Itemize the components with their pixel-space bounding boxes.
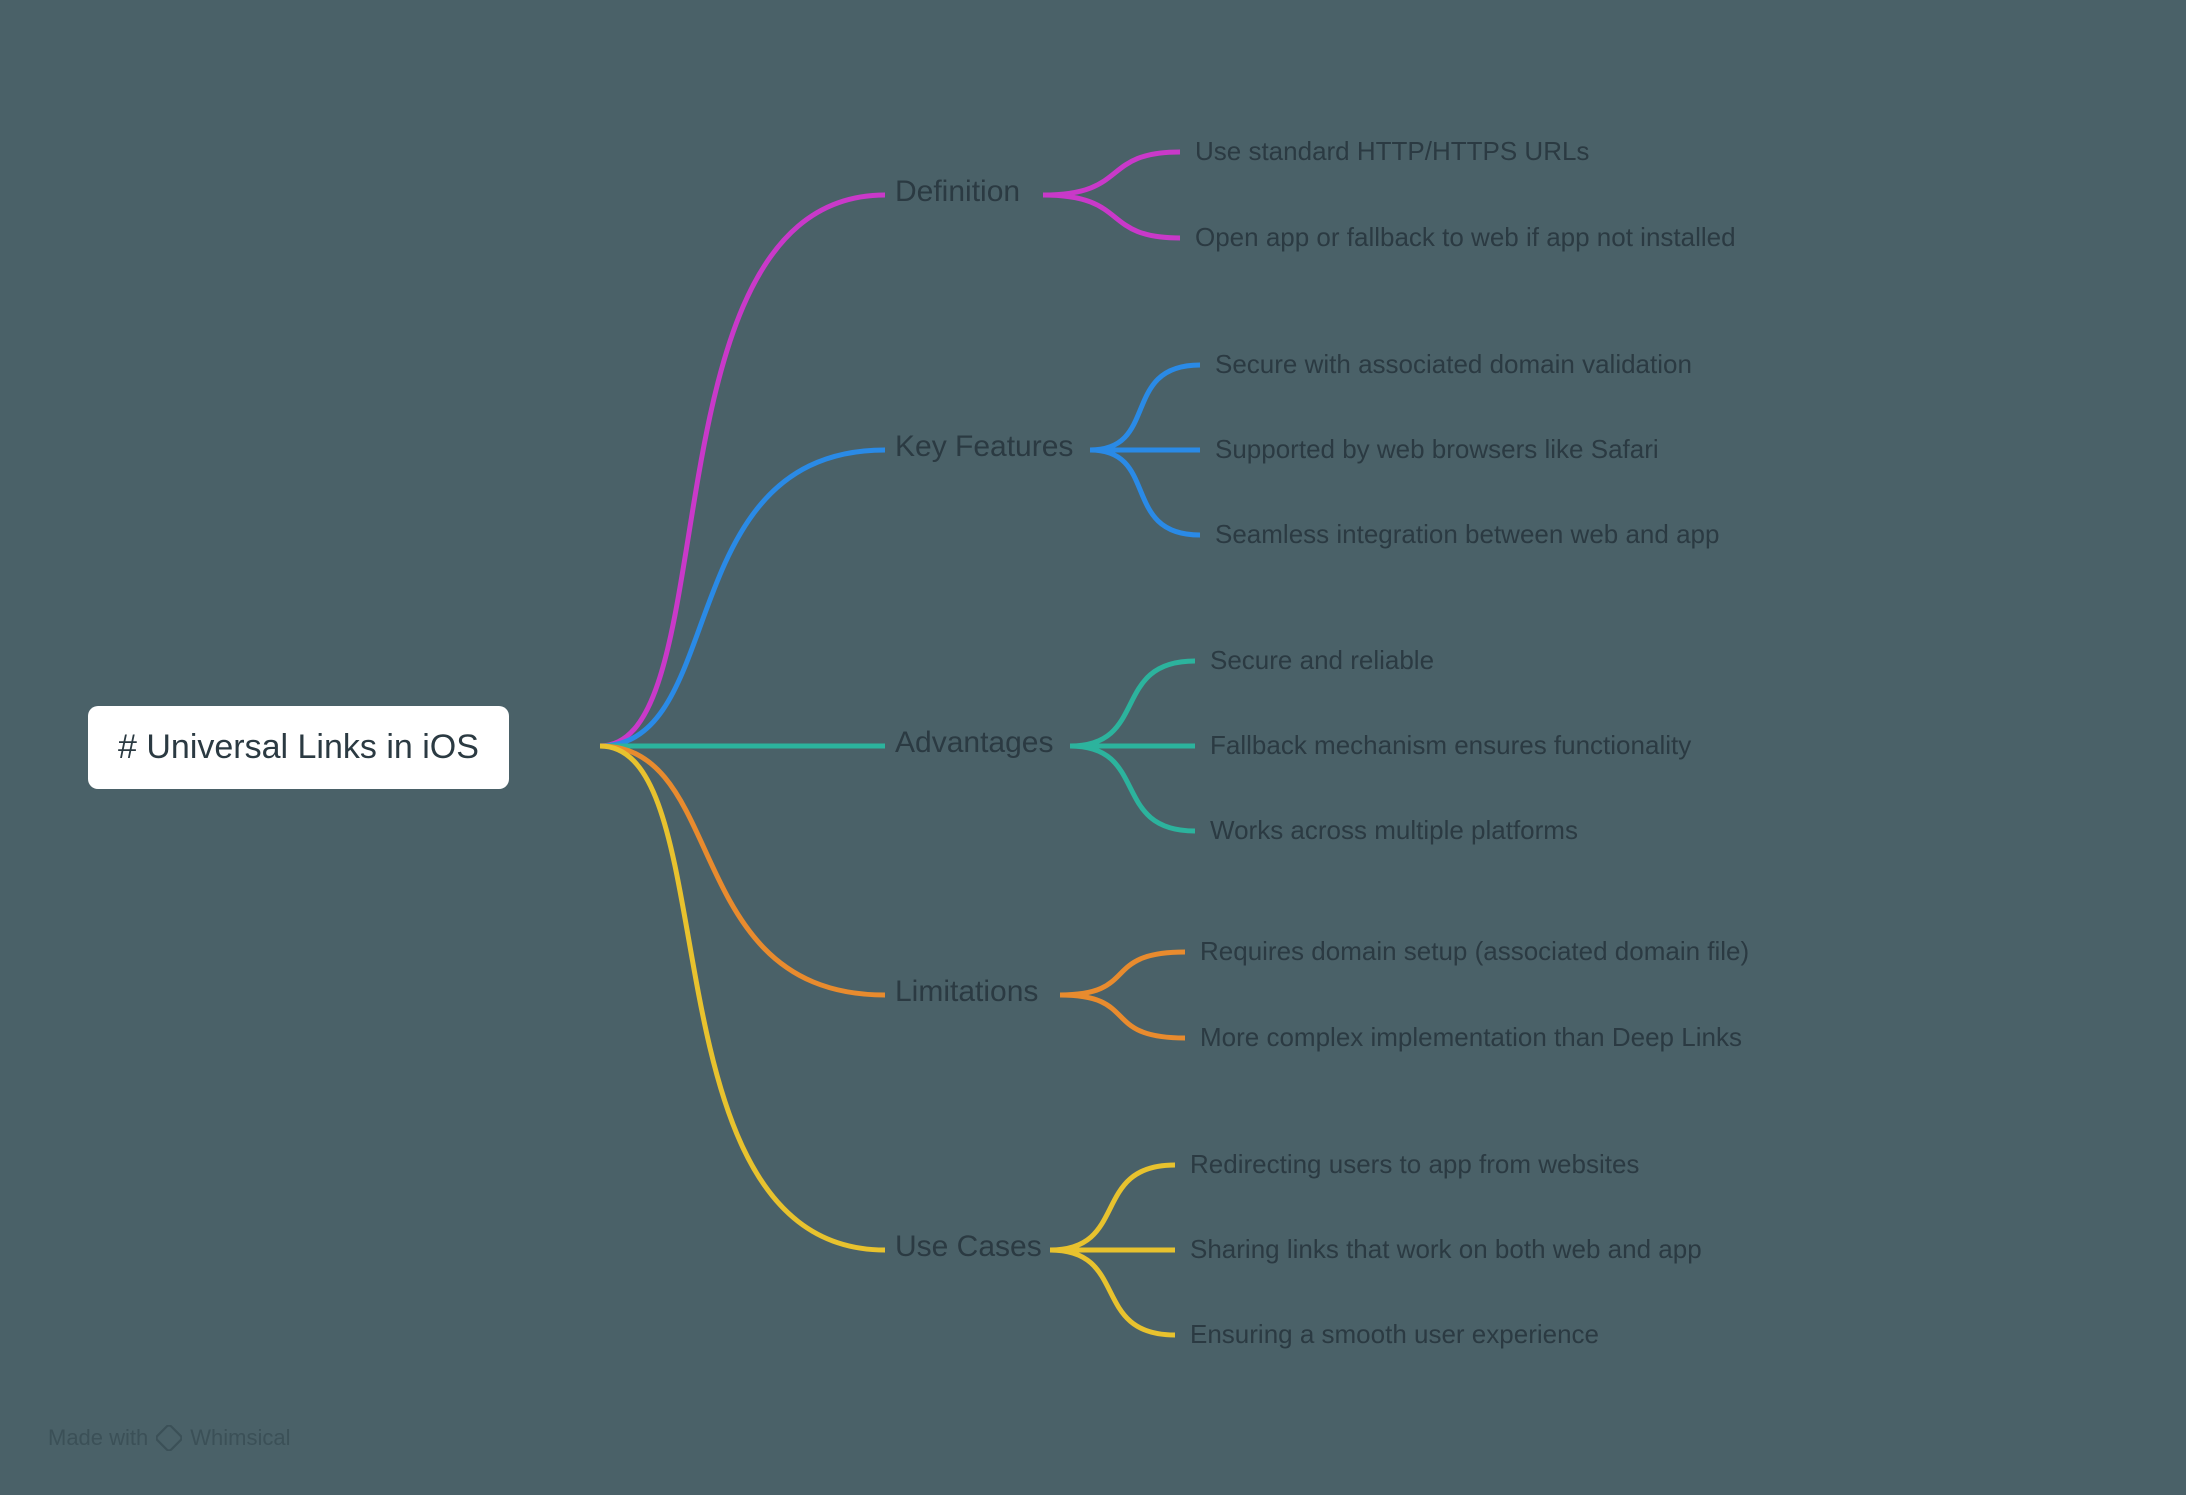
leaf-usecases-1[interactable]: Sharing links that work on both web and … xyxy=(1190,1234,1702,1265)
branch-definition[interactable]: Definition xyxy=(895,175,1020,209)
leaf-advantages-2[interactable]: Works across multiple platforms xyxy=(1210,815,1578,846)
branch-advantages[interactable]: Advantages xyxy=(895,726,1053,760)
leaf-keyfeatures-0[interactable]: Secure with associated domain validation xyxy=(1215,349,1692,380)
root-node[interactable]: # Universal Links in iOS xyxy=(88,706,509,789)
leaf-limitations-1[interactable]: More complex implementation than Deep Li… xyxy=(1200,1022,1742,1053)
leaf-definition-0[interactable]: Use standard HTTP/HTTPS URLs xyxy=(1195,136,1589,167)
watermark: Made with Whimsical xyxy=(48,1425,291,1451)
whimsical-logo-icon xyxy=(156,1425,182,1451)
leaf-keyfeatures-2[interactable]: Seamless integration between web and app xyxy=(1215,519,1719,550)
leaf-usecases-2[interactable]: Ensuring a smooth user experience xyxy=(1190,1319,1599,1350)
branch-limitations[interactable]: Limitations xyxy=(895,975,1038,1009)
leaf-advantages-1[interactable]: Fallback mechanism ensures functionality xyxy=(1210,730,1691,761)
leaf-advantages-0[interactable]: Secure and reliable xyxy=(1210,645,1434,676)
watermark-prefix: Made with xyxy=(48,1425,148,1451)
branch-key-features[interactable]: Key Features xyxy=(895,430,1073,464)
branch-use-cases[interactable]: Use Cases xyxy=(895,1230,1042,1264)
leaf-limitations-0[interactable]: Requires domain setup (associated domain… xyxy=(1200,936,1749,967)
root-title: # Universal Links in iOS xyxy=(118,728,479,766)
leaf-definition-1[interactable]: Open app or fallback to web if app not i… xyxy=(1195,222,1736,253)
leaf-keyfeatures-1[interactable]: Supported by web browsers like Safari xyxy=(1215,434,1659,465)
leaf-usecases-0[interactable]: Redirecting users to app from websites xyxy=(1190,1149,1639,1180)
watermark-brand: Whimsical xyxy=(190,1425,290,1451)
